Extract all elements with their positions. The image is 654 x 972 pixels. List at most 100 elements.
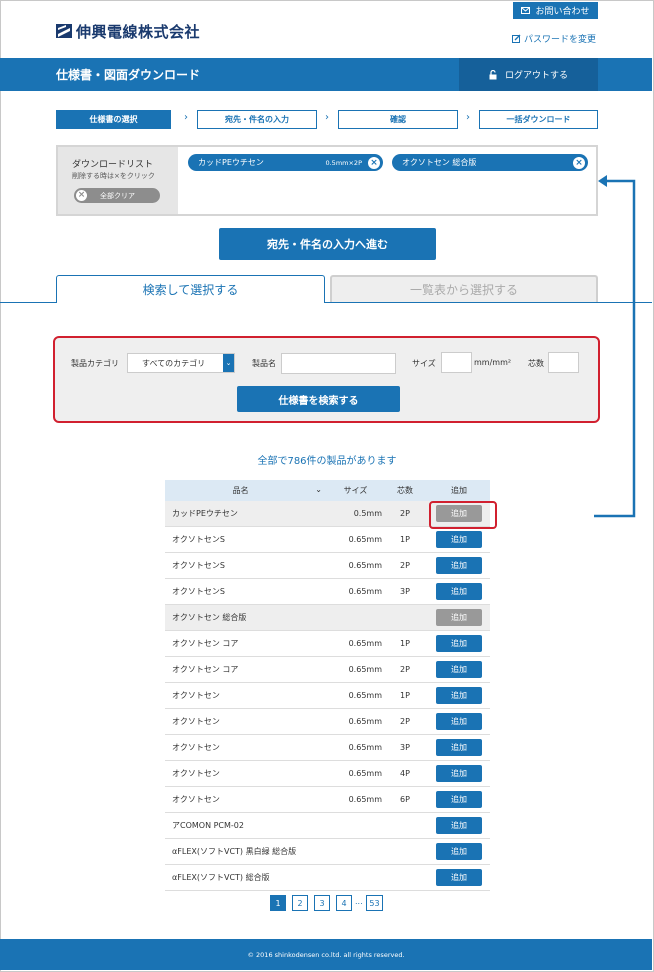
company-logo[interactable]: 伸興電線株式会社 [56,20,200,42]
remove-chip-icon[interactable]: × [573,156,585,169]
size-cell [329,812,382,839]
size-cell: 0.65mm [329,630,382,657]
core-cell: 2P [382,552,428,579]
add-button[interactable]: 追加 [436,687,482,704]
tab-search[interactable]: 検索して選択する [56,275,325,303]
tab-list[interactable]: 一覧表から選択する [330,275,598,302]
core-cell: 4P [382,760,428,787]
product-name-cell: オクソトセン 総合版 [165,604,329,631]
add-cell: 追加 [428,552,490,579]
core-cell: 6P [382,786,428,813]
product-name-input[interactable] [281,353,396,374]
page-1[interactable]: 1 [270,895,286,911]
core-input[interactable] [548,352,579,373]
product-name-label: 製品名 [252,359,276,368]
size-input[interactable] [441,352,472,373]
add-cell: 追加 [428,786,490,813]
add-button[interactable]: 追加 [436,531,482,548]
product-name-cell: αFLEX(ソフトVCT) 黒白緑 総合版 [165,838,329,865]
table-row: オクソトセン コア 0.65mm 2P 追加 [165,656,490,683]
step-arrow-icon: › [184,112,188,123]
core-cell: 1P [382,526,428,553]
change-password-link[interactable]: パスワードを変更 [512,32,596,45]
contact-button[interactable]: お問い合わせ [513,2,598,19]
page-last[interactable]: 53 [366,895,383,911]
size-cell: 0.65mm [329,708,382,735]
size-cell: 0.65mm [329,656,382,683]
add-button[interactable]: 追加 [436,817,482,834]
add-button[interactable]: 追加 [436,661,482,678]
add-cell: 追加 [428,812,490,839]
clear-all-button[interactable]: × 全部クリア [74,188,160,203]
chip-name: オクソトセン 総合版 [402,158,477,167]
step-arrow-icon: › [325,112,329,123]
size-unit: mm/mm² [474,358,512,367]
step-address: 宛先・件名の入力 [197,110,317,129]
footer: © 2016 shinkodensen co.ltd. all rights r… [0,939,652,970]
table-row: オクソトセン コア 0.65mm 1P 追加 [165,630,490,657]
name-header[interactable]: 品名 ⌄ [165,480,329,501]
remove-chip-icon[interactable]: × [368,156,380,169]
core-cell [382,812,428,839]
table-header: 品名 ⌄ サイズ 芯数 追加 [165,480,490,501]
category-value: すべてのカテゴリ [142,358,206,368]
add-button[interactable]: 追加 [436,739,482,756]
table-row: オクソトセン 0.65mm 4P 追加 [165,760,490,787]
proceed-button[interactable]: 宛先・件名の入力へ進む [219,228,436,260]
chip-name: カッドPEウチセン [198,158,264,167]
add-button[interactable]: 追加 [436,583,482,600]
step-arrow-icon: › [466,112,470,123]
core-cell: 2P [382,708,428,735]
search-button[interactable]: 仕様書を検索する [237,386,400,412]
add-cell: 追加 [428,864,490,891]
core-cell [382,604,428,631]
page-3[interactable]: 3 [314,895,330,911]
table-row: オクソトセン 0.65mm 2P 追加 [165,708,490,735]
table-body: カッドPEウチセン 0.5mm 2P 追加 オクソトセンS 0.65mm 1P 追加 オクソトセ… [165,501,490,891]
page-title: 仕様書・図面ダウンロード [56,68,201,82]
name-header-label: 品名 [232,486,249,495]
clear-all-label: 全部クリア [100,191,135,200]
page-2[interactable]: 2 [292,895,308,911]
download-list-title: ダウンロードリスト [72,160,154,170]
core-cell: 2P [382,501,428,527]
table-row: オクソトセンS 0.65mm 1P 追加 [165,526,490,553]
add-cell: 追加 [428,604,490,631]
size-header: サイズ [329,480,382,501]
core-cell: 2P [382,656,428,683]
page-4[interactable]: 4 [336,895,352,911]
contact-label: お問い合わせ [535,7,590,17]
product-name-cell: オクソトセンS [165,578,329,605]
add-button[interactable]: 追加 [436,791,482,808]
size-label: サイズ [412,359,436,368]
add-button[interactable]: 追加 [436,609,482,626]
category-select[interactable]: すべてのカテゴリ ⌄ [127,353,235,373]
add-button[interactable]: 追加 [436,713,482,730]
add-cell: 追加 [428,526,490,553]
table-row: オクソトセン 総合版 追加 [165,604,490,631]
product-name-cell: オクソトセンS [165,552,329,579]
add-button[interactable]: 追加 [436,765,482,782]
add-cell: 追加 [428,656,490,683]
add-button[interactable]: 追加 [436,635,482,652]
add-cell: 追加 [428,682,490,709]
step-select: 仕様書の選択 [56,110,171,129]
added-highlight [429,501,497,529]
add-cell: 追加 [428,734,490,761]
chip-size: 0.5mm×2P [325,158,362,167]
download-chip: オクソトセン 総合版 × [392,154,588,171]
table-row: オクソトセン 0.65mm 1P 追加 [165,682,490,709]
size-cell: 0.5mm [329,501,382,527]
add-cell: 追加 [428,838,490,865]
add-button[interactable]: 追加 [436,843,482,860]
logout-button[interactable]: ログアウトする [459,58,598,91]
product-name-cell: オクソトセン [165,786,329,813]
product-name-cell: オクソトセン [165,760,329,787]
product-name-cell: オクソトセン コア [165,656,329,683]
add-button[interactable]: 追加 [436,557,482,574]
table-row: αFLEX(ソフトVCT) 黒白緑 総合版 追加 [165,838,490,865]
size-cell: 0.65mm [329,526,382,553]
add-button[interactable]: 追加 [436,869,482,886]
add-cell: 追加 [428,630,490,657]
lock-icon [489,69,497,79]
